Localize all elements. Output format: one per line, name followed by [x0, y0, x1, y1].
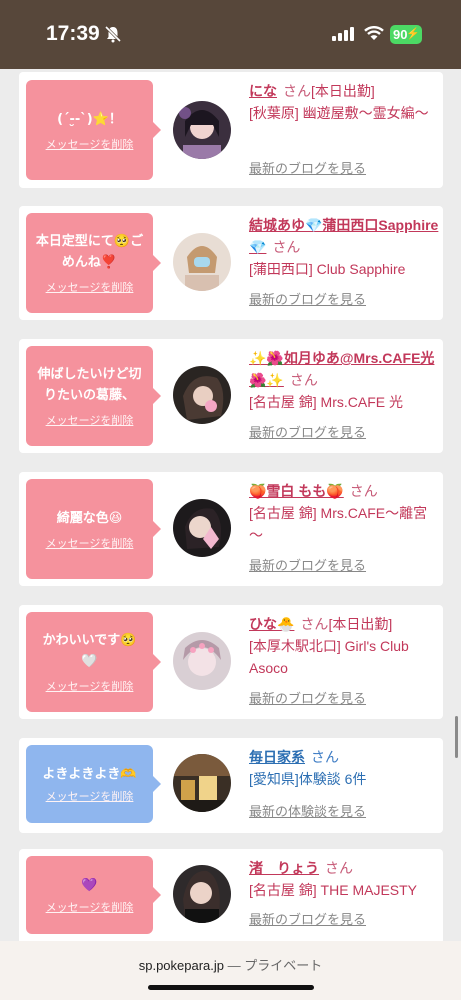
profile-info: ひな🐣 さん[本日出勤] [本厚木駅北口] Girl's Club Asoco — [249, 613, 439, 679]
honorific: さん — [289, 372, 318, 388]
status-bar: 17:39 90 ⚡ — [0, 0, 461, 69]
message-card: 伸ばしたいけど切 りたいの葛藤、 メッセージを削除 ✨🌺如月ゆあ@Mrs.CAF… — [19, 339, 443, 453]
avatar[interactable] — [173, 366, 231, 424]
delete-message-link[interactable]: メッセージを削除 — [46, 136, 134, 152]
profile-info: 🍑雪白 もも🍑 さん [名古屋 錦] Mrs.CAFE～離宮～ — [249, 480, 439, 546]
message-card: 本日定型にて🥺ご めんね❣️ メッセージを削除 結城あゆ💎蒲田西口Sapphir… — [19, 206, 443, 320]
avatar[interactable] — [173, 101, 231, 159]
status-time: 17:39 — [46, 22, 100, 45]
work-status: [本日出勤] — [328, 616, 393, 632]
profile-info: 渚 りょう さん [名古屋 錦] THE MAJESTY — [249, 857, 439, 901]
delete-message-link[interactable]: メッセージを削除 — [46, 788, 134, 804]
avatar[interactable] — [173, 754, 231, 812]
message-text: (´-̮-`)⭐！ — [57, 111, 122, 127]
message-bubble: 本日定型にて🥺ご めんね❣️ メッセージを削除 — [26, 213, 161, 313]
url-display[interactable]: sp.pokepara.jp — プライベート — [0, 955, 461, 974]
shop-name: [名古屋 錦] Mrs.CAFE 光 — [249, 394, 403, 410]
latest-blog-link[interactable]: 最新のブログを見る — [249, 557, 366, 577]
delete-message-link[interactable]: メッセージを削除 — [46, 412, 134, 428]
profile-name-link[interactable]: 🍑雪白 もも🍑 — [249, 483, 344, 499]
avatar[interactable] — [173, 632, 231, 690]
message-bubble: (´-̮-`)⭐！ メッセージを削除 — [26, 80, 161, 180]
avatar[interactable] — [173, 865, 231, 923]
message-card: (´-̮-`)⭐！ メッセージを削除 にな さん[本日出勤] [秋葉原] 幽遊屋敷… — [19, 72, 443, 188]
profile-name-link[interactable]: 渚 りょう — [249, 860, 319, 876]
wifi-icon — [364, 26, 384, 40]
latest-blog-link[interactable]: 最新のブログを見る — [249, 160, 366, 180]
honorific: さん — [325, 860, 353, 876]
private-mode-label: プライベート — [244, 958, 323, 973]
latest-blog-link[interactable]: 最新のブログを見る — [249, 690, 366, 710]
honorific: さん — [311, 749, 339, 765]
shop-name: [本厚木駅北口] Girl's Club Asoco — [249, 638, 409, 676]
message-bubble: かわいいです🥺 🤍 メッセージを削除 — [26, 612, 161, 712]
profile-info: にな さん[本日出勤] [秋葉原] 幽遊屋敷～霊女編～ — [249, 80, 439, 124]
delete-message-link[interactable]: メッセージを削除 — [46, 535, 134, 551]
profile-name-link[interactable]: ✨🌺如月ゆあ@Mrs.CAFE光🌺✨ — [249, 350, 434, 388]
shop-name: [蒲田西口] Club Sapphire — [249, 261, 406, 277]
message-text: めんね❣️ — [61, 255, 118, 270]
battery-icon: 90 ⚡ — [390, 25, 422, 44]
avatar[interactable] — [173, 499, 231, 557]
profile-info: 結城あゆ💎蒲田西口Sapphire💎 さん [蒲田西口] Club Sapphir… — [249, 214, 439, 280]
message-bubble: 伸ばしたいけど切 りたいの葛藤、 メッセージを削除 — [26, 346, 161, 446]
message-card: 💜 メッセージを削除 渚 りょう さん [名古屋 錦] THE MAJESTY 最… — [19, 849, 443, 941]
profile-info: ✨🌺如月ゆあ@Mrs.CAFE光🌺✨ さん [名古屋 錦] Mrs.CAFE 光 — [249, 347, 439, 413]
shop-name: [愛知県]体験談 6件 — [249, 771, 367, 787]
message-card: 綺麗な色😆 メッセージを削除 🍑雪白 もも🍑 さん [名古屋 錦] Mrs.CAF… — [19, 472, 443, 586]
latest-blog-link[interactable]: 最新のブログを見る — [249, 424, 366, 444]
honorific: さん — [283, 83, 311, 99]
message-card: かわいいです🥺 🤍 メッセージを削除 ひな🐣 さん[本日出勤] [本厚木駅北口] … — [19, 605, 443, 719]
message-text: よきよきよき🫶 — [42, 767, 137, 782]
message-text: 綺麗な色😆 — [56, 510, 123, 526]
latest-blog-link[interactable]: 最新のブログを見る — [249, 291, 366, 311]
url-separator: — — [224, 958, 245, 973]
message-bubble: 綺麗な色😆 メッセージを削除 — [26, 479, 161, 579]
shop-name: [名古屋 錦] Mrs.CAFE～離宮～ — [249, 505, 428, 543]
battery-level: 90 — [393, 27, 408, 42]
home-indicator[interactable] — [148, 985, 314, 990]
delete-message-link[interactable]: メッセージを削除 — [46, 899, 134, 915]
message-feed[interactable]: (´-̮-`)⭐！ メッセージを削除 にな さん[本日出勤] [秋葉原] 幽遊屋敷… — [0, 69, 461, 941]
profile-info: 毎日家系 さん [愛知県]体験談 6件 — [249, 746, 439, 790]
avatar[interactable] — [173, 233, 231, 291]
message-card: よきよきよき🫶 メッセージを削除 毎日家系 さん [愛知県]体験談 6件 最新の体… — [19, 738, 443, 833]
work-status: [本日出勤] — [311, 83, 375, 99]
browser-url-bar[interactable]: sp.pokepara.jp — プライベート — [0, 941, 461, 1000]
message-bubble: よきよきよき🫶 メッセージを削除 — [26, 745, 161, 823]
message-text: 本日定型にて🥺ご — [35, 234, 144, 249]
latest-blog-link[interactable]: 最新のブログを見る — [249, 911, 366, 931]
message-text: 伸ばしたいけど切 — [37, 367, 142, 382]
message-text: 🤍 — [81, 654, 98, 669]
latest-review-link[interactable]: 最新の体験談を見る — [249, 803, 366, 823]
profile-name-link[interactable]: 毎日家系 — [249, 749, 305, 765]
scrollbar[interactable] — [455, 716, 458, 758]
shop-name: [名古屋 錦] THE MAJESTY — [249, 882, 418, 898]
message-text: りたいの葛藤、 — [43, 388, 135, 403]
message-bubble: 💜 メッセージを削除 — [26, 856, 161, 934]
message-text: かわいいです🥺 — [42, 633, 137, 648]
url-domain: sp.pokepara.jp — [138, 958, 225, 973]
shop-name: [秋葉原] 幽遊屋敷～霊女編～ — [249, 105, 429, 121]
honorific: さん — [300, 616, 329, 632]
charging-bolt-icon: ⚡ — [406, 28, 420, 40]
profile-name-link[interactable]: にな — [249, 83, 277, 99]
profile-name-link[interactable]: ひな🐣 — [249, 616, 294, 632]
signal-icon — [332, 27, 354, 41]
delete-message-link[interactable]: メッセージを削除 — [46, 678, 134, 694]
honorific: さん — [349, 483, 378, 499]
bell-mute-icon — [104, 25, 122, 43]
delete-message-link[interactable]: メッセージを削除 — [46, 279, 134, 295]
honorific: さん — [272, 239, 301, 255]
message-text: 💜 — [81, 878, 98, 893]
